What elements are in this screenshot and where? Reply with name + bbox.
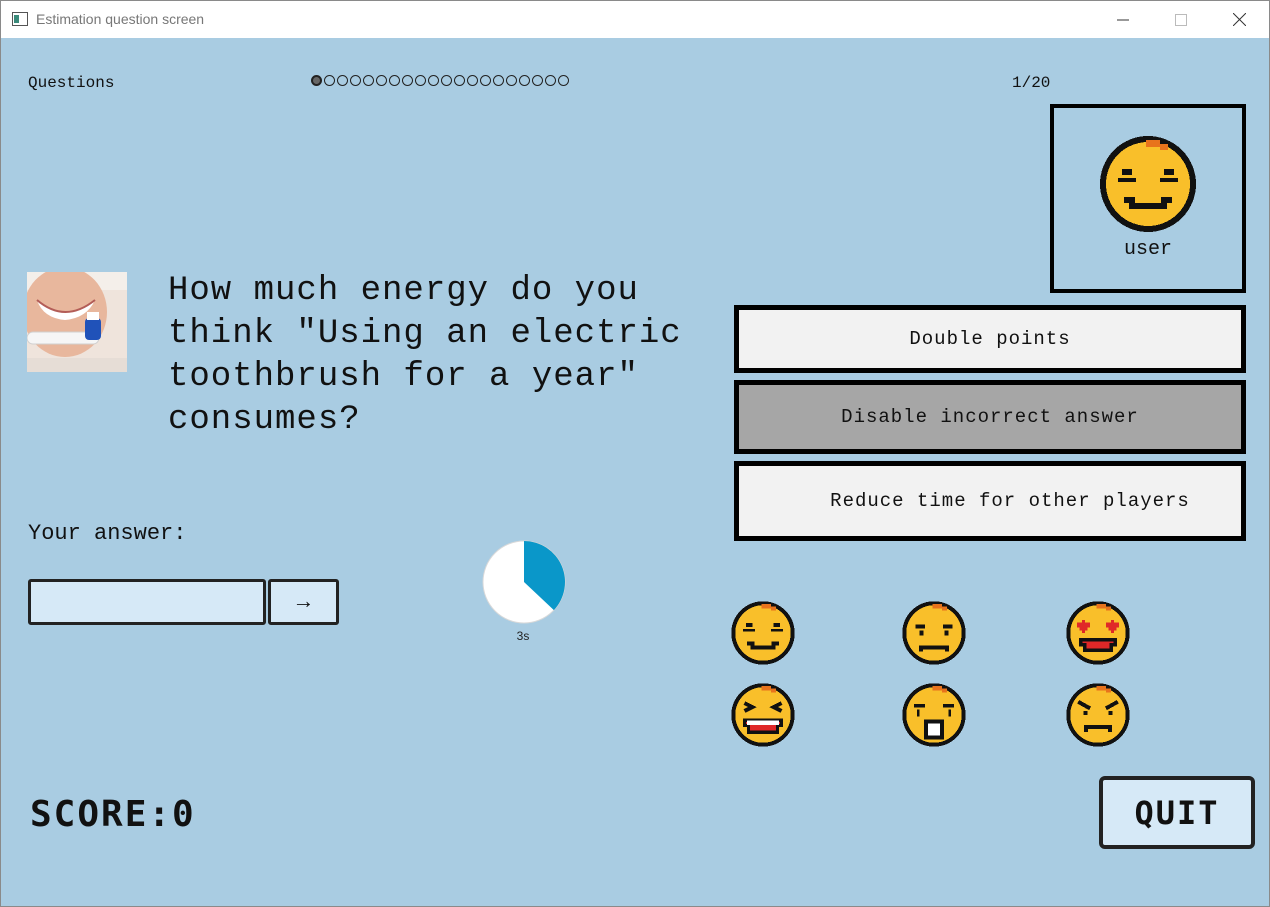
progress-dot	[402, 75, 413, 86]
app-icon	[12, 12, 28, 26]
user-avatar-smile-icon	[1100, 136, 1196, 232]
sad-icon[interactable]	[901, 600, 967, 666]
app-window: Estimation question screen Questions 1/2…	[0, 0, 1270, 907]
disable-incorrect-answer-button[interactable]: Disable incorrect answer	[734, 380, 1246, 454]
minimize-icon	[1117, 19, 1129, 20]
quit-label: QUIT	[1134, 793, 1220, 832]
window-title: Estimation question screen	[36, 11, 205, 27]
progress-dot	[467, 75, 478, 86]
heart-eyes-icon[interactable]	[1065, 600, 1131, 666]
laughing-icon[interactable]	[730, 682, 796, 748]
progress-dot	[532, 75, 543, 86]
smile-icon[interactable]	[730, 600, 796, 666]
progress-dot	[519, 75, 530, 86]
quit-button[interactable]: QUIT	[1099, 776, 1255, 849]
questions-label: Questions	[28, 74, 115, 92]
maximize-button[interactable]	[1152, 1, 1210, 38]
progress-dot	[363, 75, 374, 86]
answer-input[interactable]	[28, 579, 266, 625]
close-icon	[1232, 13, 1246, 26]
game-screen: Questions 1/20 user How much energy do y…	[1, 38, 1269, 906]
reduce-time-button[interactable]: Reduce time for other players	[734, 461, 1246, 541]
reduce-time-label: Reduce time for other players	[830, 490, 1190, 512]
angry-icon[interactable]	[1065, 682, 1131, 748]
user-card: user	[1050, 104, 1246, 293]
timer-text: 3s	[516, 629, 530, 643]
question-progress-dots	[311, 75, 569, 86]
progress-dot	[506, 75, 517, 86]
progress-dot	[558, 75, 569, 86]
progress-dot	[545, 75, 556, 86]
question-counter: 1/20	[1012, 74, 1051, 92]
maximize-icon	[1175, 13, 1187, 26]
progress-dot	[324, 75, 335, 86]
progress-dot	[493, 75, 504, 86]
minimize-button[interactable]	[1094, 1, 1152, 38]
progress-dot	[350, 75, 361, 86]
submit-answer-button[interactable]: →	[268, 579, 339, 625]
progress-dot	[376, 75, 387, 86]
progress-dot-current	[311, 75, 322, 86]
double-points-label: Double points	[909, 328, 1071, 350]
progress-dot	[337, 75, 348, 86]
question-text: How much energy do you think "Using an e…	[168, 272, 682, 439]
progress-dot	[454, 75, 465, 86]
user-name: user	[1123, 238, 1172, 261]
question-image-toothbrush	[27, 272, 127, 372]
disable-incorrect-answer-label: Disable incorrect answer	[841, 406, 1139, 428]
answer-label: Your answer:	[28, 521, 187, 546]
double-points-button[interactable]: Double points	[734, 305, 1246, 373]
close-button[interactable]	[1210, 1, 1268, 38]
progress-dot	[480, 75, 491, 86]
score-display: SCORE:0	[30, 794, 196, 835]
progress-dot	[428, 75, 439, 86]
timer-pie	[482, 540, 566, 624]
progress-dot	[389, 75, 400, 86]
title-bar: Estimation question screen	[1, 1, 1269, 38]
arrow-right-icon: →	[296, 589, 311, 615]
progress-dot	[415, 75, 426, 86]
progress-dot	[441, 75, 452, 86]
surprised-icon[interactable]	[901, 682, 967, 748]
